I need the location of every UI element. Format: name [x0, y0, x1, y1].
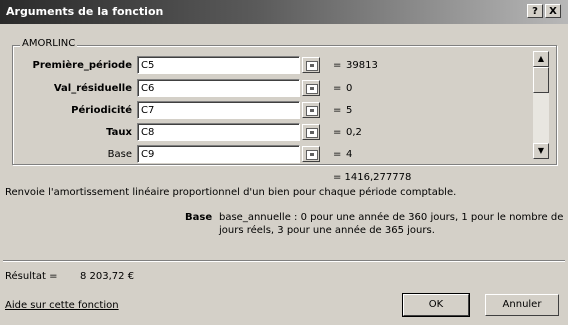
- window-title: Arguments de la fonction: [6, 5, 164, 18]
- function-description: Renvoie l'amortissement linéaire proport…: [5, 187, 457, 198]
- scroll-up-icon[interactable]: ▲: [533, 51, 549, 67]
- argument-result: 5: [346, 105, 353, 116]
- scroll-down-icon[interactable]: ▼: [533, 143, 549, 159]
- collapse-dialog-button[interactable]: [302, 124, 320, 140]
- arguments-scrollbar[interactable]: ▲ ▼: [533, 51, 549, 159]
- argument-result: 0,2: [346, 127, 362, 138]
- equals-sign: =: [333, 149, 342, 160]
- argument-row-periodicite: Périodicité = 5: [0, 101, 568, 121]
- help-link[interactable]: Aide sur cette fonction: [5, 300, 119, 311]
- cancel-button[interactable]: Annuler: [485, 294, 559, 316]
- argument-label: Val_résiduelle: [53, 83, 132, 94]
- argument-label: Périodicité: [71, 105, 132, 116]
- argument-input-val-residuelle[interactable]: [137, 79, 300, 97]
- collapse-dialog-button[interactable]: [302, 146, 320, 162]
- argument-row-taux: Taux = 0,2: [0, 123, 568, 143]
- collapse-dialog-button[interactable]: [302, 102, 320, 118]
- scroll-thumb[interactable]: [533, 67, 549, 93]
- argument-row-premiere-periode: Première_période = 39813: [0, 56, 568, 76]
- formula-result-preview: = 1416,277778: [333, 172, 412, 183]
- collapse-dialog-button[interactable]: [302, 80, 320, 96]
- cell-reference-icon: [306, 150, 318, 160]
- argument-row-base: Base = 4: [0, 145, 568, 165]
- help-button[interactable]: ?: [527, 4, 543, 18]
- collapse-dialog-button[interactable]: [302, 57, 320, 73]
- argument-help-line2: jours réels, 3 pour une année de 365 jou…: [219, 225, 435, 236]
- title-bar[interactable]: Arguments de la fonction ? X: [0, 0, 568, 24]
- ok-button[interactable]: OK: [402, 293, 470, 317]
- equals-sign: =: [333, 60, 342, 71]
- equals-sign: =: [333, 105, 342, 116]
- cell-reference-icon: [306, 84, 318, 94]
- argument-help-line1: base_annuelle : 0 pour une année de 360 …: [219, 212, 564, 223]
- argument-input-premiere-periode[interactable]: [137, 56, 300, 74]
- argument-label: Première_période: [32, 60, 133, 71]
- result-label: Résultat =: [5, 271, 58, 282]
- function-name: AMORLINC: [20, 38, 78, 49]
- argument-input-periodicite[interactable]: [137, 101, 300, 119]
- argument-help-name: Base: [185, 212, 213, 223]
- argument-row-val-residuelle: Val_résiduelle = 0: [0, 79, 568, 99]
- cell-reference-icon: [306, 61, 318, 71]
- result-value: 8 203,72 €: [80, 271, 135, 282]
- argument-result: 4: [346, 149, 353, 160]
- equals-sign: =: [333, 83, 342, 94]
- argument-label: Taux: [106, 127, 132, 138]
- cell-reference-icon: [306, 128, 318, 138]
- cell-reference-icon: [306, 106, 318, 116]
- argument-input-base[interactable]: [137, 145, 300, 163]
- close-button[interactable]: X: [545, 4, 561, 18]
- separator: [3, 260, 565, 262]
- argument-input-taux[interactable]: [137, 123, 300, 141]
- argument-result: 39813: [346, 60, 378, 71]
- argument-label: Base: [107, 149, 132, 160]
- argument-result: 0: [346, 83, 353, 94]
- equals-sign: =: [333, 127, 342, 138]
